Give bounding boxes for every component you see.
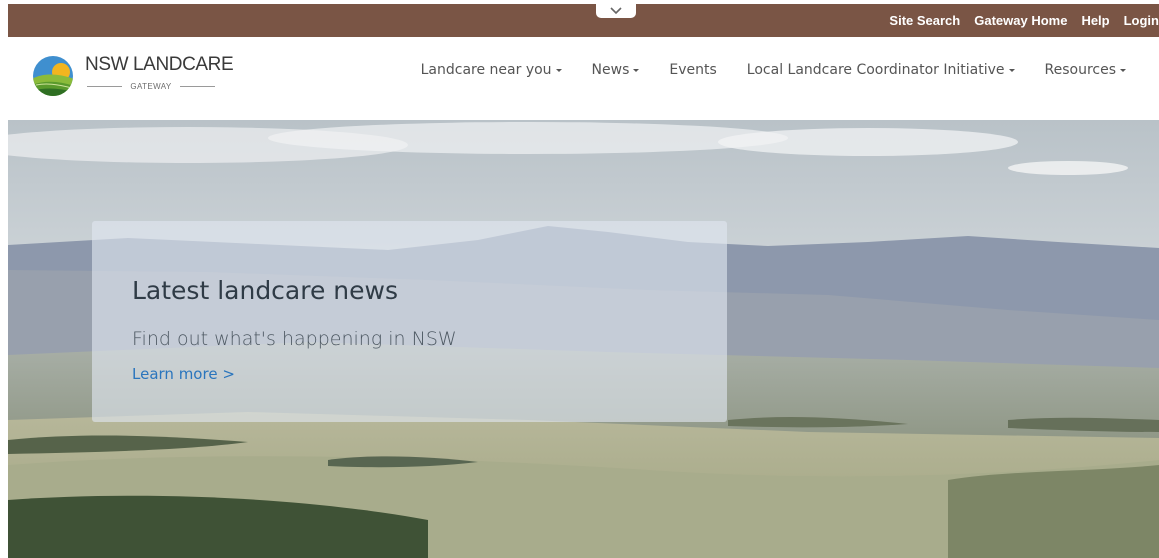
caret-down-icon	[555, 68, 562, 72]
gateway-home-link[interactable]: Gateway Home	[974, 13, 1067, 28]
nav-item-label: Resources	[1044, 62, 1117, 78]
hero-news-panel: Latest landcare news Find out what's hap…	[92, 221, 727, 422]
utility-bar: Site Search Gateway Home Help Login	[8, 4, 1159, 37]
utility-links: Site Search Gateway Home Help Login	[889, 4, 1159, 37]
caret-down-icon	[1120, 68, 1126, 72]
caret-down-icon	[633, 68, 640, 72]
site-search-link[interactable]: Site Search	[889, 13, 960, 28]
nav-item-events[interactable]: Events	[669, 62, 716, 78]
logo-title: NSW LANDCARE	[85, 54, 234, 75]
nav-item-local-landcare-coordinator-initiative[interactable]: Local Landcare Coordinator Initiative	[747, 62, 1015, 78]
logo-subtitle-row: GATEWAY	[87, 82, 216, 91]
site-logo[interactable]: NSW LANDCARE GATEWAY	[32, 51, 234, 101]
chevron-down-icon	[610, 7, 622, 15]
nav-item-news[interactable]: News	[592, 62, 640, 78]
login-link[interactable]: Login	[1124, 13, 1159, 28]
caret-down-icon	[1008, 68, 1015, 72]
main-navbar: NSW LANDCARE GATEWAY Landcare near you N…	[8, 37, 1159, 120]
nav-menu: Landcare near you News Events Local Land…	[421, 62, 1126, 78]
nav-item-label: Events	[669, 62, 717, 78]
divider	[179, 86, 216, 87]
collapse-toggle[interactable]	[596, 4, 636, 18]
nav-item-resources[interactable]: Resources	[1044, 62, 1126, 78]
logo-subtitle: GATEWAY	[130, 82, 172, 91]
learn-more-link[interactable]: Learn more >	[132, 365, 235, 383]
nav-item-label: Landcare near you	[420, 62, 552, 78]
nav-item-landcare-near-you[interactable]: Landcare near you	[421, 62, 562, 78]
divider	[87, 86, 123, 87]
hero-title: Latest landcare news	[132, 276, 399, 305]
help-link[interactable]: Help	[1081, 13, 1109, 28]
nav-item-label: News	[591, 62, 630, 78]
hero-banner: Latest landcare news Find out what's hap…	[8, 120, 1159, 558]
nav-item-label: Local Landcare Coordinator Initiative	[746, 62, 1005, 78]
hero-subtitle: Find out what's happening in NSW	[132, 328, 457, 350]
landcare-logo-icon	[33, 56, 73, 96]
